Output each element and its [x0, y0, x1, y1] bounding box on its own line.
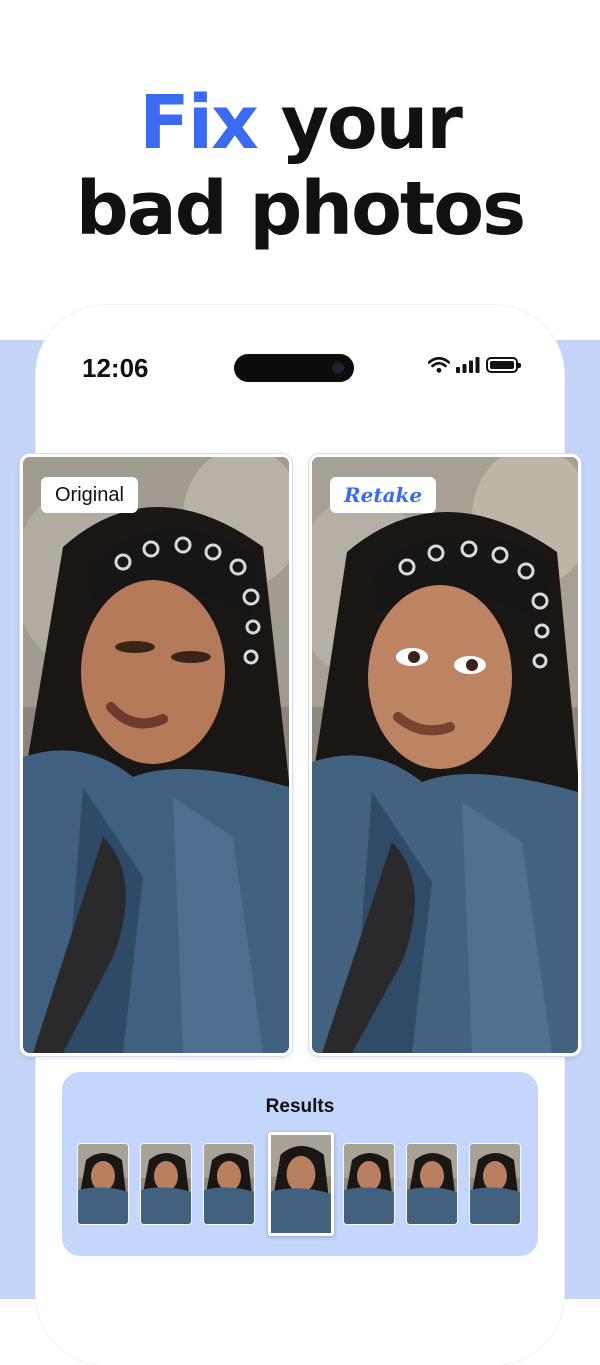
dynamic-island	[234, 354, 354, 382]
result-thumbnail[interactable]	[78, 1144, 128, 1224]
front-camera-icon	[332, 362, 344, 374]
result-thumbnail[interactable]	[470, 1144, 520, 1224]
status-time: 12:06	[82, 353, 149, 383]
retake-photo-card[interactable]: Retake	[309, 454, 581, 1056]
headline-line-1: Fix your	[0, 80, 600, 166]
headline-line-2: bad photos	[75, 166, 526, 252]
results-title: Results	[265, 1096, 335, 1117]
retake-photo	[312, 457, 578, 1053]
result-thumbnail[interactable]	[141, 1144, 191, 1224]
result-thumbnail[interactable]	[407, 1144, 457, 1224]
wifi-icon	[428, 357, 450, 373]
battery-icon	[486, 357, 521, 373]
headline-accent-word: Fix	[139, 80, 259, 166]
result-thumbnail-selected[interactable]	[268, 1132, 334, 1236]
original-label: Original	[41, 477, 138, 513]
cellular-signal-icon	[456, 357, 480, 373]
results-panel: Results	[62, 1072, 538, 1256]
retake-logo-label: Retake	[330, 477, 437, 513]
original-photo	[23, 457, 289, 1053]
headline-line-1-rest: your	[256, 80, 463, 166]
result-thumbnail[interactable]	[344, 1144, 394, 1224]
headline: Fix your bad photos	[0, 80, 600, 252]
original-photo-card[interactable]: Original	[20, 454, 292, 1056]
result-thumbnail[interactable]	[204, 1144, 254, 1224]
status-icons	[428, 357, 521, 373]
